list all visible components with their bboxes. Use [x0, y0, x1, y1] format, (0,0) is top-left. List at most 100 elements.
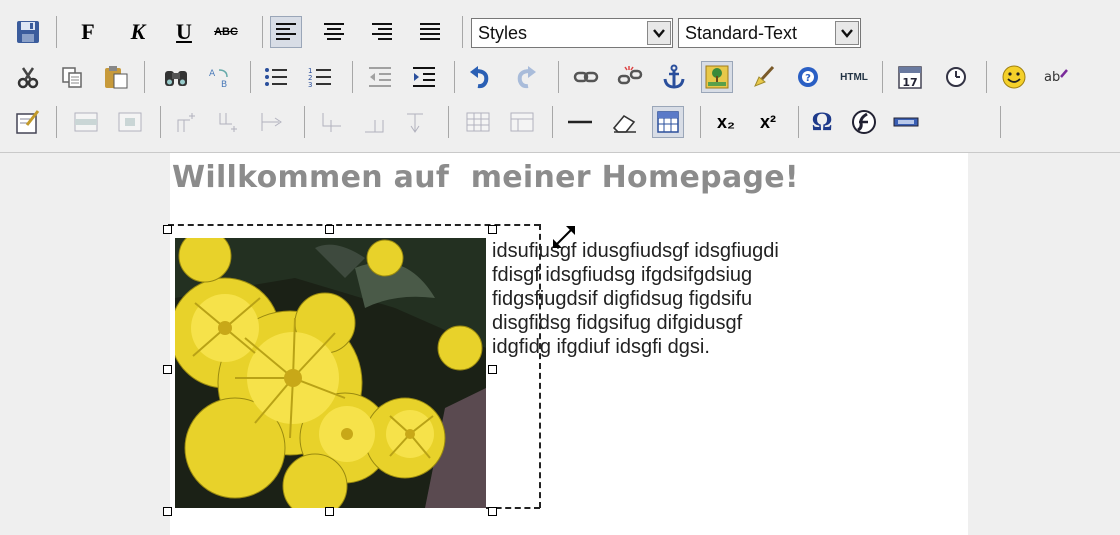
chevron-down-icon[interactable]: [835, 21, 859, 45]
link-icon: [573, 71, 599, 83]
smiley-icon: [1002, 65, 1026, 89]
insert-row-before-button[interactable]: [172, 106, 204, 138]
superscript-button[interactable]: x²: [752, 106, 784, 138]
unlink-button[interactable]: [614, 61, 646, 93]
redo-button[interactable]: [510, 61, 542, 93]
undo-icon: [470, 66, 489, 89]
delete-col-button[interactable]: [400, 106, 432, 138]
bullet-list-icon: [265, 68, 287, 86]
cut-button[interactable]: [12, 61, 44, 93]
subscript-button[interactable]: x₂: [710, 106, 742, 138]
insert-layer-button[interactable]: [890, 106, 922, 138]
insert-flash-button[interactable]: [848, 106, 880, 138]
indent-button[interactable]: [408, 61, 440, 93]
italic-button[interactable]: K: [122, 16, 154, 48]
chevron-down-icon[interactable]: [647, 21, 671, 45]
redo-icon: [517, 66, 536, 89]
bullet-list-button[interactable]: [260, 61, 292, 93]
resize-handle-ne[interactable]: [488, 225, 497, 234]
page-heading: Willkommen auf meiner Homepage!: [172, 160, 799, 195]
insert-date-button[interactable]: 17: [894, 61, 926, 93]
help-button[interactable]: ?: [792, 61, 824, 93]
col-after-icon: [365, 120, 384, 133]
resize-handle-s[interactable]: [325, 507, 334, 516]
insert-image-button[interactable]: [701, 61, 733, 93]
toolbar-separator: [552, 106, 553, 138]
split-cells-button[interactable]: [462, 106, 494, 138]
underline-button[interactable]: U: [168, 16, 200, 48]
outdent-button[interactable]: [364, 61, 396, 93]
copy-button[interactable]: [56, 61, 88, 93]
row-after-icon: [219, 113, 237, 132]
paste-button[interactable]: [100, 61, 132, 93]
resize-handle-e[interactable]: [488, 365, 497, 374]
copy-icon: [62, 67, 82, 88]
remove-format-button[interactable]: [608, 106, 640, 138]
toolbar-separator: [986, 61, 987, 93]
svg-text:A: A: [209, 69, 216, 79]
unlink-icon: [617, 66, 643, 85]
delete-row-icon: [261, 113, 282, 131]
paragraph-line: fdisgf idsgfiudsg ifgdsifgdsiug: [492, 264, 753, 286]
horizontal-rule-button[interactable]: [564, 106, 596, 138]
align-right-button[interactable]: [366, 16, 398, 48]
table-grid-icon: [657, 111, 679, 133]
insert-link-button[interactable]: [570, 61, 602, 93]
insert-time-button[interactable]: [940, 61, 972, 93]
insert-emoticon-button[interactable]: [998, 61, 1030, 93]
anchor-icon: [663, 64, 685, 89]
edit-form-button[interactable]: [12, 106, 44, 138]
format-select[interactable]: Standard-Text: [678, 18, 861, 48]
resize-handle-n[interactable]: [325, 225, 334, 234]
undo-button[interactable]: [464, 61, 496, 93]
paragraph-line: fidgsfiugdsif digfidsug figdsifu: [492, 288, 753, 310]
toolbar-separator: [882, 61, 883, 93]
cleanup-button[interactable]: [748, 61, 780, 93]
align-right-icon: [372, 23, 392, 40]
scissors-icon: [17, 67, 39, 89]
split-cells-icon: [466, 112, 490, 132]
row-before-icon: [177, 113, 195, 132]
find-button[interactable]: [160, 61, 192, 93]
svg-text:?: ?: [805, 73, 811, 84]
save-icon[interactable]: [12, 16, 44, 48]
insert-col-after-button[interactable]: [358, 106, 390, 138]
svg-text:17: 17: [902, 76, 917, 89]
insert-col-before-button[interactable]: [316, 106, 348, 138]
flower-image[interactable]: [175, 238, 486, 508]
anchor-button[interactable]: [658, 61, 690, 93]
align-justify-button[interactable]: [414, 16, 446, 48]
replace-button[interactable]: AB: [204, 61, 236, 93]
table-cell-props-button[interactable]: [114, 106, 146, 138]
table-row-props-button[interactable]: [70, 106, 102, 138]
merge-cells-button[interactable]: [506, 106, 538, 138]
paragraph-text: idsufiusgf idusgfiudsgf idsgfiugdi fdisg…: [492, 239, 932, 359]
visual-aid-button[interactable]: [652, 106, 684, 138]
svg-text:B: B: [221, 80, 227, 89]
styles-select[interactable]: Styles: [471, 18, 673, 48]
align-center-button[interactable]: [318, 16, 350, 48]
selection-outline: [168, 224, 540, 226]
abbreviation-button[interactable]: ab: [1040, 61, 1072, 93]
toolbar-row-3: x₂ x² Ω: [0, 102, 1120, 142]
toolbar-row-1: F K U ABC Styles Standard-Text: [0, 12, 1120, 52]
insert-row-after-button[interactable]: [214, 106, 246, 138]
strikethrough-button[interactable]: ABC: [210, 16, 242, 48]
special-char-button[interactable]: Ω: [806, 106, 838, 138]
toolbar-separator: [1000, 106, 1001, 138]
toolbar-separator: [250, 61, 251, 93]
bold-button[interactable]: F: [72, 16, 104, 48]
numbered-list-button[interactable]: 123: [304, 61, 336, 93]
indent-icon: [413, 67, 435, 87]
html-source-button[interactable]: HTML: [834, 61, 874, 93]
align-left-button[interactable]: [270, 16, 302, 48]
brush-icon: [754, 65, 775, 87]
resize-handle-nw[interactable]: [163, 225, 172, 234]
help-icon: ?: [798, 67, 818, 87]
resize-handle-se[interactable]: [488, 507, 497, 516]
paragraph-line: idgfidg ifgdiuf idsgfi dgsi.: [492, 336, 710, 358]
paragraph-line: disgfidsg fidgsifug difgidusgf: [492, 312, 743, 334]
resize-handle-w[interactable]: [163, 365, 172, 374]
resize-handle-sw[interactable]: [163, 507, 172, 516]
delete-row-button[interactable]: [256, 106, 288, 138]
